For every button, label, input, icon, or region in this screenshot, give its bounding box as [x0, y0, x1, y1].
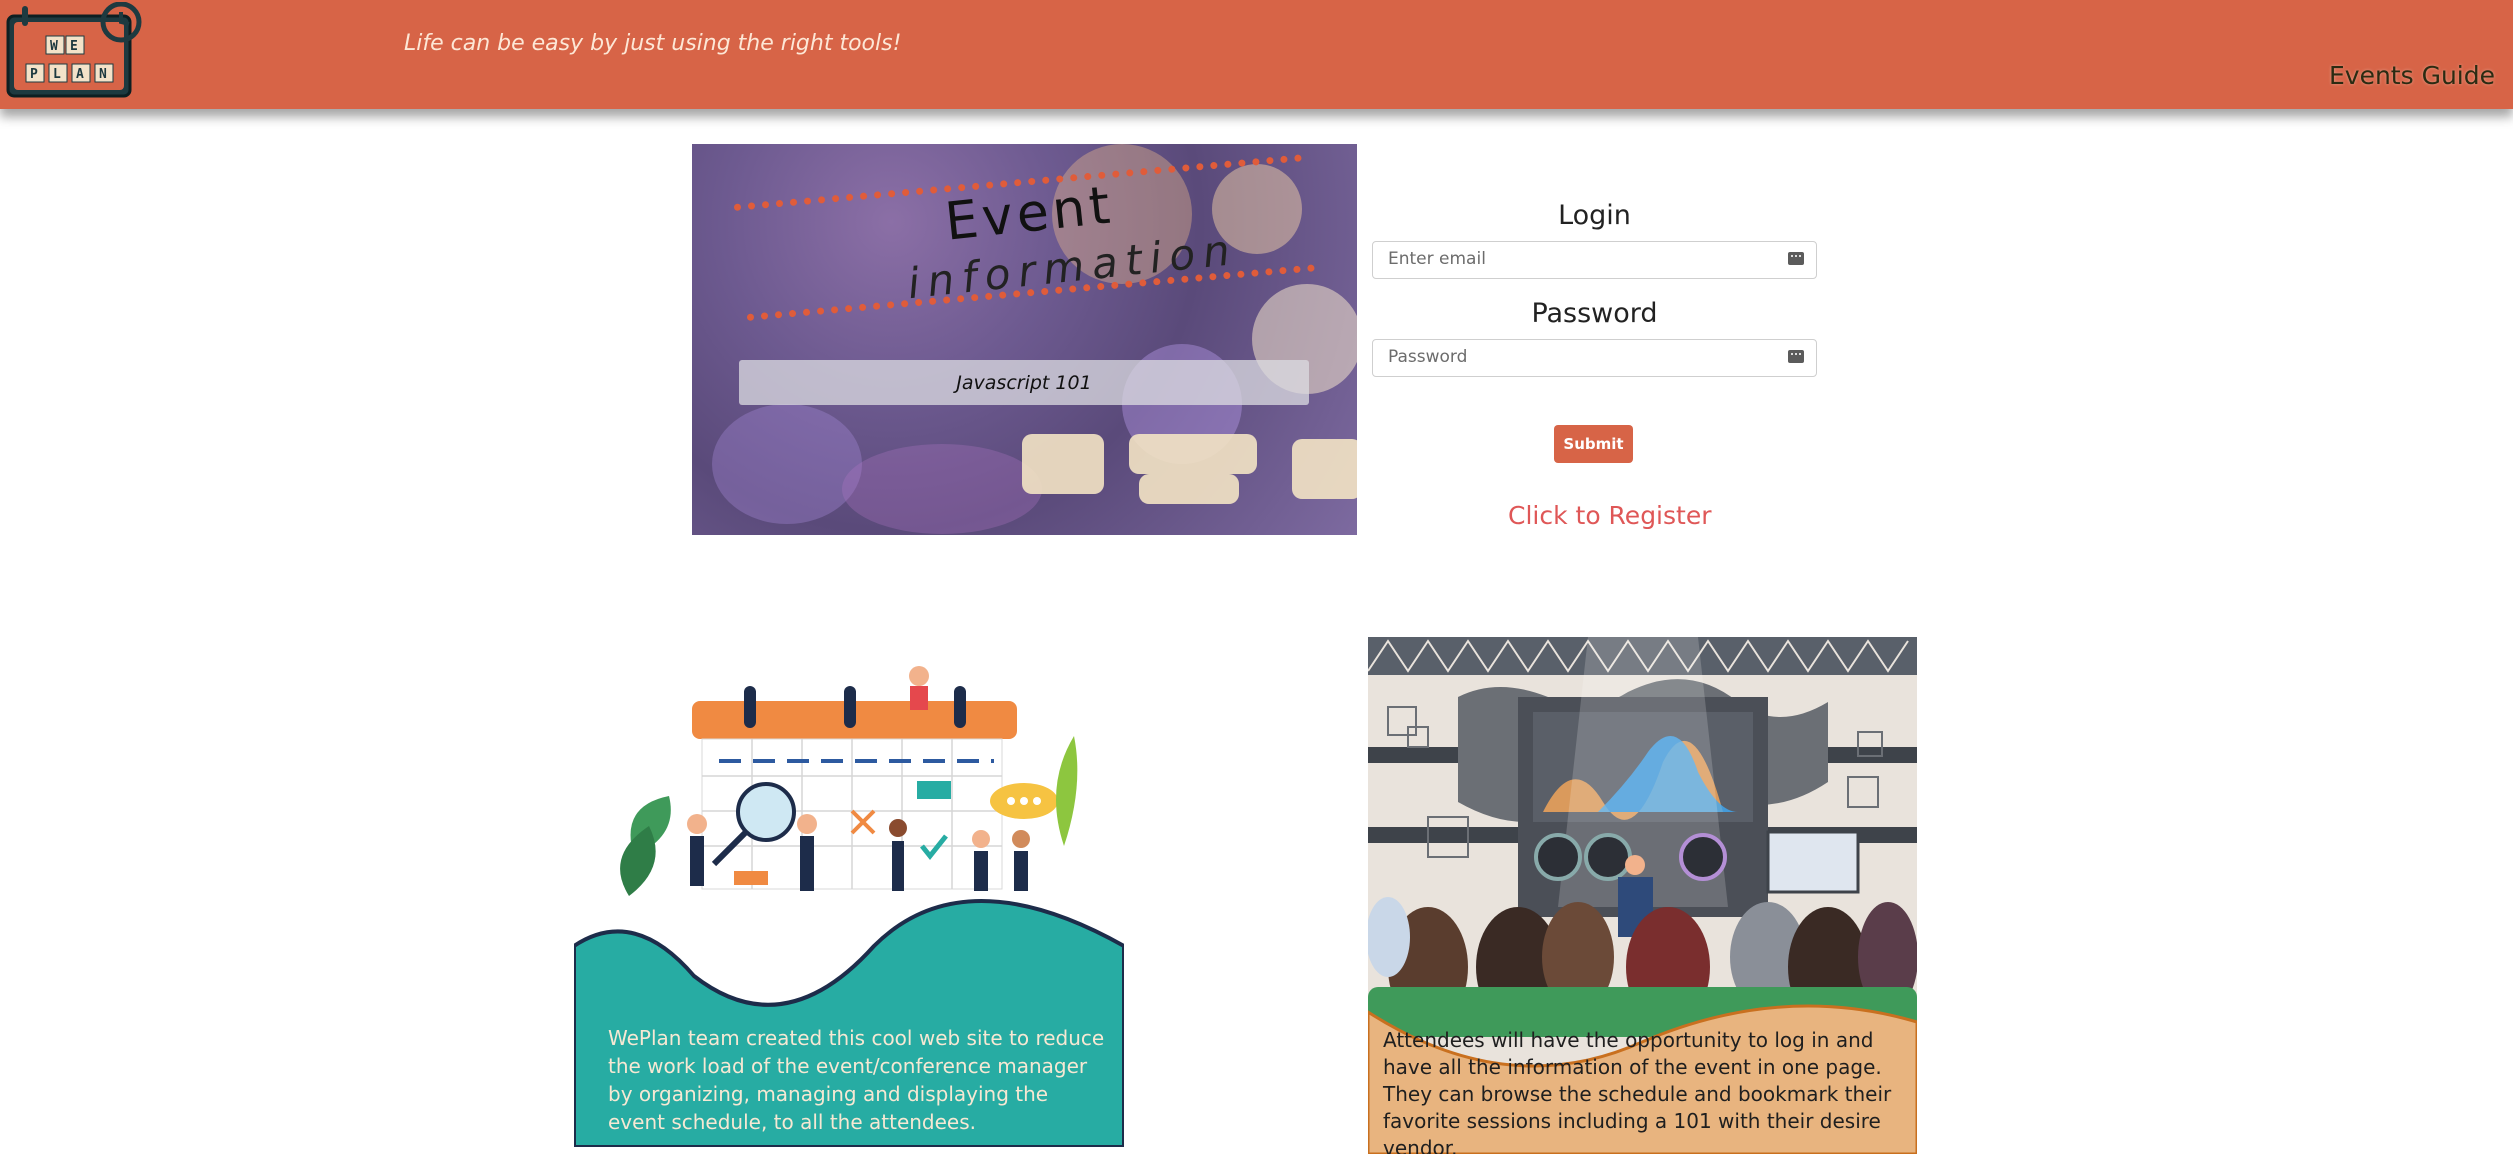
- stage-light: [1022, 434, 1104, 494]
- event-info-banner: Event information Javascript 101: [692, 144, 1357, 535]
- submit-button[interactable]: Submit: [1554, 425, 1633, 463]
- password-field[interactable]: [1373, 340, 1778, 374]
- about-card: WePlan team created this cool web site t…: [574, 656, 1124, 1147]
- svg-text:W: W: [50, 39, 58, 54]
- password-manager-icon[interactable]: [1788, 350, 1804, 363]
- password-field-wrapper: [1372, 339, 1817, 377]
- site-header: W E P L A N Life can be easy by just usi…: [0, 0, 2513, 109]
- stage-light: [1129, 434, 1257, 474]
- register-link[interactable]: Click to Register: [1508, 501, 1712, 530]
- password-manager-icon[interactable]: [1788, 252, 1804, 265]
- email-field-wrapper: [1372, 241, 1817, 279]
- svg-text:A: A: [76, 67, 84, 82]
- session-name[interactable]: Javascript 101: [739, 360, 1309, 405]
- stage-light: [1292, 439, 1357, 499]
- svg-text:P: P: [30, 67, 38, 82]
- svg-text:L: L: [53, 67, 61, 82]
- about-text: WePlan team created this cool web site t…: [608, 1026, 1105, 1134]
- header-tagline: Life can be easy by just using the right…: [404, 31, 902, 56]
- bokeh-light: [842, 444, 1042, 534]
- bokeh-light: [712, 404, 862, 524]
- attendees-text: Attendees will have the opportunity to l…: [1383, 1028, 1892, 1154]
- svg-text:N: N: [99, 67, 107, 82]
- stage-light: [1139, 474, 1239, 504]
- email-field[interactable]: [1373, 242, 1778, 276]
- weplan-logo[interactable]: W E P L A N: [4, 1, 148, 98]
- svg-text:E: E: [70, 39, 78, 54]
- attendees-card: Attendees will have the opportunity to l…: [1368, 637, 1917, 1154]
- password-label: Password: [1531, 298, 1658, 329]
- events-guide-link[interactable]: Events Guide: [2329, 61, 2495, 90]
- login-label: Login: [1558, 200, 1631, 231]
